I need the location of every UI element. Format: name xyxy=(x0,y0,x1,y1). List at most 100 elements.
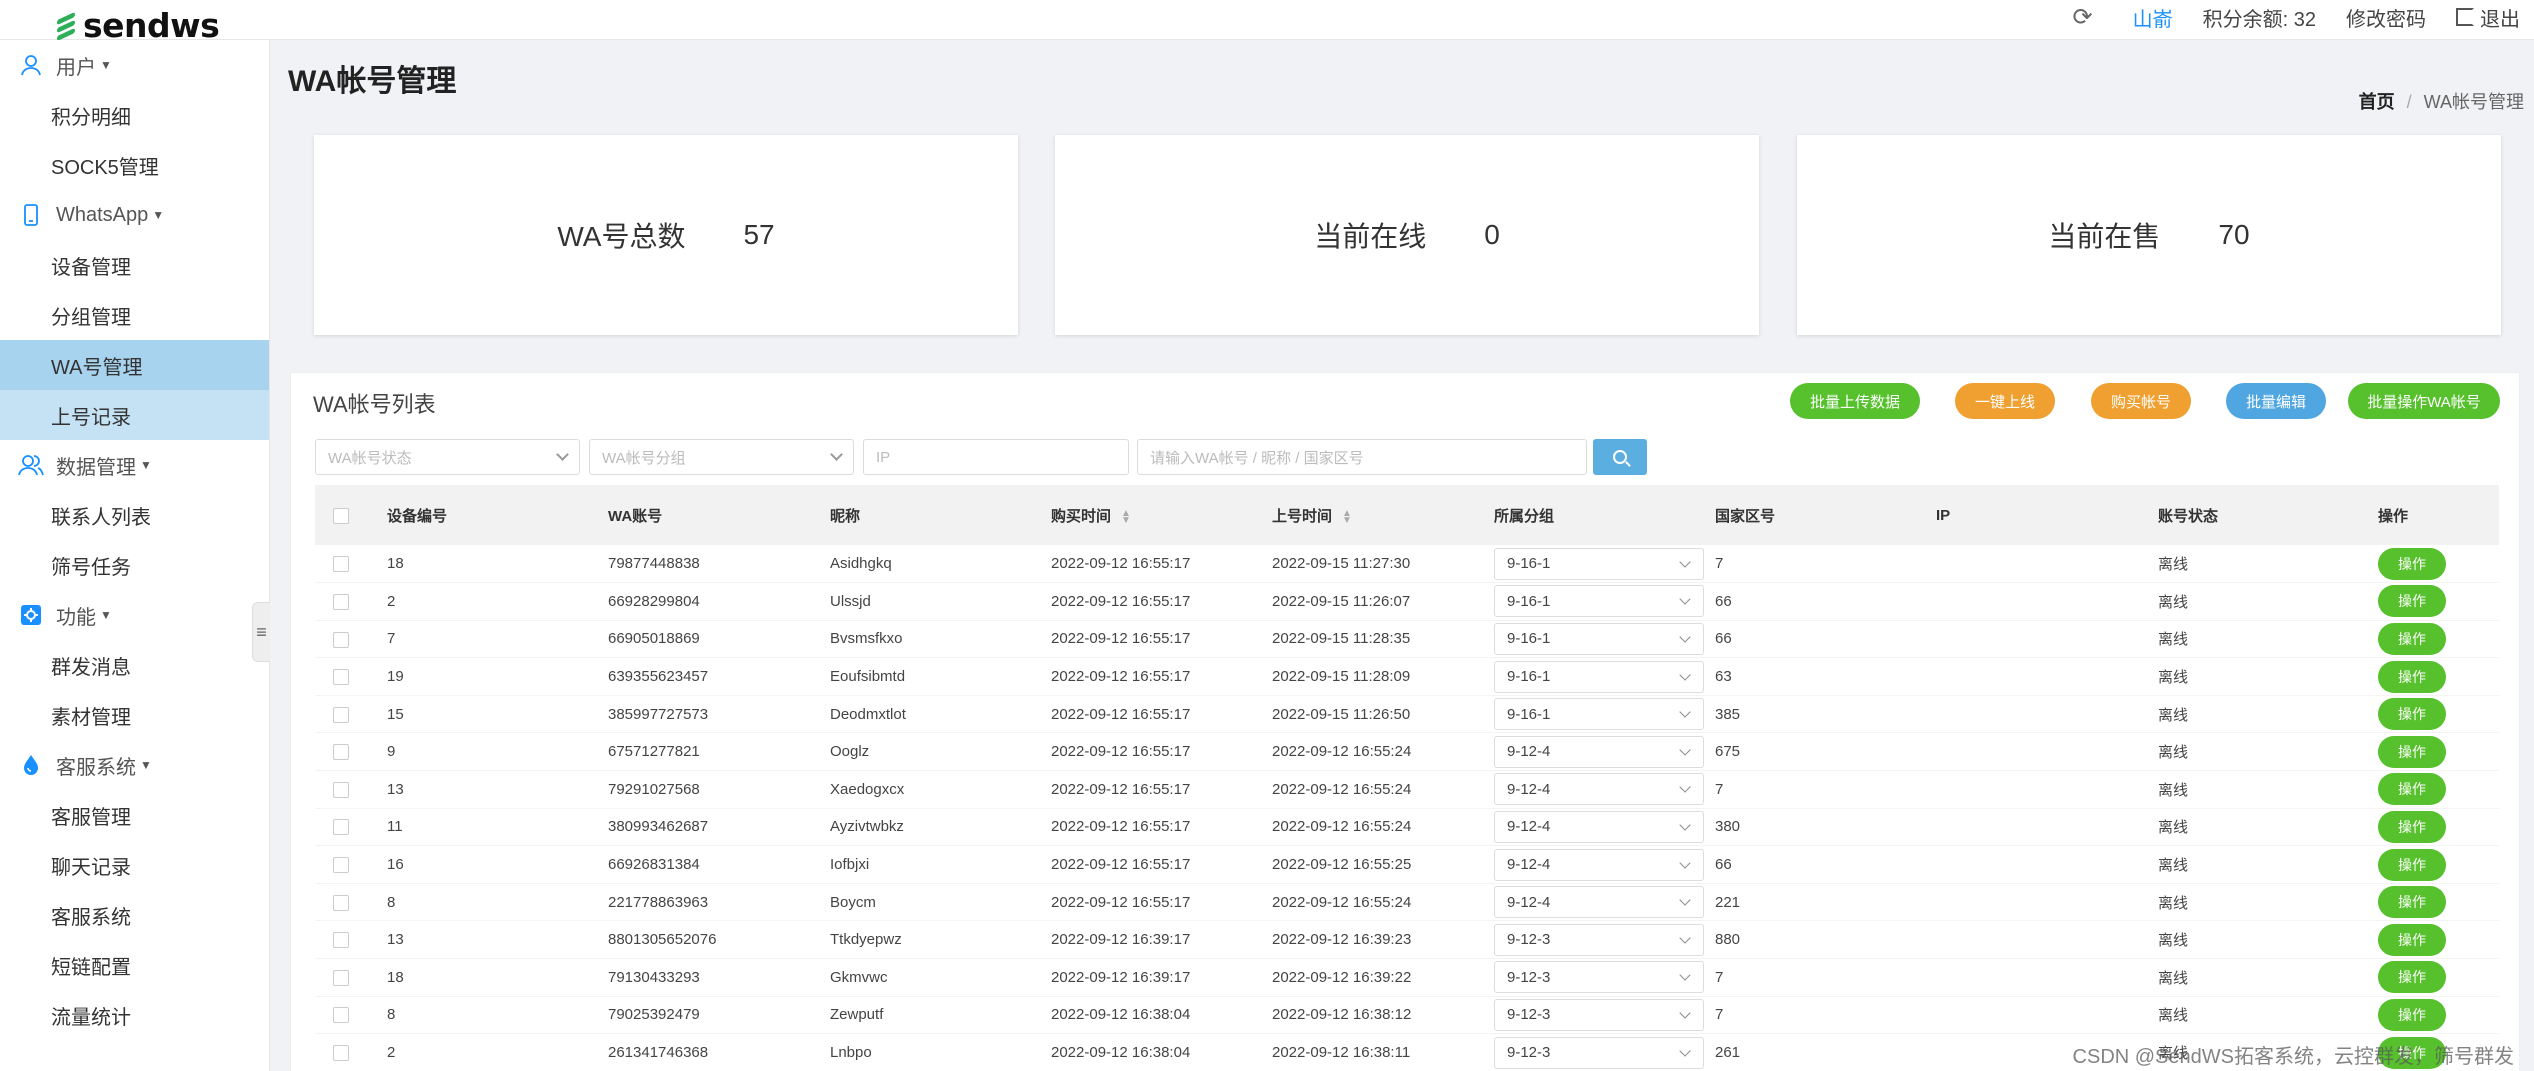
cell-purchase-time: 2022-09-12 16:55:17 xyxy=(1051,818,1191,836)
operate-button[interactable]: 操作 xyxy=(2378,923,2446,956)
cell-country-code: 221 xyxy=(1715,893,1741,911)
row-checkbox[interactable] xyxy=(333,894,349,911)
group-select[interactable]: 9-16-1 xyxy=(1494,585,1704,618)
bulk-upload-button[interactable]: 批量上传数据 xyxy=(1790,383,1920,419)
operate-button[interactable]: 操作 xyxy=(2378,585,2446,618)
group-select[interactable]: 9-12-4 xyxy=(1494,735,1704,768)
row-checkbox[interactable] xyxy=(333,669,349,686)
group-filter-select[interactable]: WA帐号分组 xyxy=(589,439,854,475)
cell-country-code: 7 xyxy=(1715,780,1724,798)
group-select[interactable]: 9-12-3 xyxy=(1494,998,1704,1031)
group-select[interactable]: 9-12-4 xyxy=(1494,773,1704,806)
logout-icon xyxy=(2456,8,2474,26)
operate-button[interactable]: 操作 xyxy=(2378,547,2446,580)
sidebar-group-data[interactable]: 数据管理 ▼ xyxy=(0,440,269,490)
operate-button[interactable]: 操作 xyxy=(2378,698,2446,731)
row-checkbox[interactable] xyxy=(333,857,349,874)
buy-account-button[interactable]: 购买帐号 xyxy=(2091,383,2191,419)
operate-button[interactable]: 操作 xyxy=(2378,660,2446,693)
col-login-time[interactable]: 上号时间 ▲ ▼ xyxy=(1272,485,1494,545)
sidebar-group-user[interactable]: 用户 ▼ xyxy=(0,40,269,90)
row-checkbox[interactable] xyxy=(333,706,349,723)
sidebar-item-chat-records[interactable]: 聊天记录 xyxy=(0,840,269,890)
group-select[interactable]: 9-16-1 xyxy=(1494,547,1704,580)
ip-filter-input[interactable]: IP xyxy=(863,439,1129,475)
row-checkbox[interactable] xyxy=(333,932,349,949)
group-select[interactable]: 9-12-4 xyxy=(1494,848,1704,881)
row-checkbox[interactable] xyxy=(333,1045,349,1062)
sidebar-item-broadcast[interactable]: 群发消息 xyxy=(0,640,269,690)
row-checkbox[interactable] xyxy=(333,969,349,986)
group-select-value: 9-16-1 xyxy=(1507,705,1551,723)
sidebar-item-filter-tasks[interactable]: 筛号任务 xyxy=(0,540,269,590)
group-select[interactable]: 9-16-1 xyxy=(1494,660,1704,693)
sidebar-item-login-records[interactable]: 上号记录 xyxy=(0,390,269,440)
sidebar-item-groups[interactable]: 分组管理 xyxy=(0,290,269,340)
search-button[interactable] xyxy=(1593,439,1647,475)
breadcrumb-home[interactable]: 首页 xyxy=(2359,92,2395,112)
row-checkbox[interactable] xyxy=(333,781,349,798)
group-select[interactable]: 9-16-1 xyxy=(1494,622,1704,655)
search-input[interactable]: 请输入WA帐号 / 昵称 / 国家区号 xyxy=(1137,439,1587,475)
row-checkbox[interactable] xyxy=(333,819,349,836)
group-select[interactable]: 9-12-3 xyxy=(1494,961,1704,994)
sidebar-item-contacts[interactable]: 联系人列表 xyxy=(0,490,269,540)
status-filter-select[interactable]: WA帐号状态 xyxy=(315,439,580,475)
wa-account-table: 设备编号 WA账号 昵称 购买时间 ▲ ▼ 上号时间 ▲ ▼ 所属分组 国家区号 IP … xyxy=(315,485,2499,1071)
operate-button[interactable]: 操作 xyxy=(2378,848,2446,881)
row-checkbox[interactable] xyxy=(333,1007,349,1024)
group-select[interactable]: 9-12-3 xyxy=(1494,923,1704,956)
row-checkbox[interactable] xyxy=(333,593,349,610)
sidebar-group-label: WhatsApp xyxy=(56,203,149,226)
caret-down-icon: ▼ xyxy=(100,58,112,72)
bulk-edit-button[interactable]: 批量编辑 xyxy=(2226,383,2326,419)
sidebar-item-wa-accounts[interactable]: WA号管理 xyxy=(0,340,269,390)
operate-button[interactable]: 操作 xyxy=(2378,735,2446,768)
group-select[interactable]: 9-16-1 xyxy=(1494,698,1704,731)
row-checkbox[interactable] xyxy=(333,556,349,573)
sidebar-item-devices[interactable]: 设备管理 xyxy=(0,240,269,290)
sidebar-item-traffic-stats[interactable]: 流量统计 xyxy=(0,990,269,1040)
cell-wa-account: 79291027568 xyxy=(608,780,700,798)
group-select[interactable]: 9-12-3 xyxy=(1494,1036,1704,1069)
sort-icon[interactable]: ▲ ▼ xyxy=(1121,508,1131,525)
sidebar-item-support-system[interactable]: 客服系统 xyxy=(0,890,269,940)
cell-ip xyxy=(1936,620,2158,658)
username-link[interactable]: 山嵛 xyxy=(2133,3,2173,32)
chevron-down-icon xyxy=(1679,1007,1691,1019)
sidebar-item-materials[interactable]: 素材管理 xyxy=(0,690,269,740)
col-purchase-time[interactable]: 购买时间 ▲ ▼ xyxy=(1051,485,1272,545)
col-wa-account: WA账号 xyxy=(608,507,663,525)
sidebar-group-label: 用户 xyxy=(56,56,96,79)
operate-button[interactable]: 操作 xyxy=(2378,810,2446,843)
operate-button[interactable]: 操作 xyxy=(2378,998,2446,1031)
select-all-checkbox[interactable] xyxy=(333,507,349,524)
sidebar-collapse-handle[interactable]: ≡ xyxy=(252,602,270,662)
sidebar-group-support[interactable]: 客服系统 ▼ xyxy=(0,740,269,790)
refresh-icon[interactable]: ⟳ xyxy=(2073,3,2093,32)
row-checkbox[interactable] xyxy=(333,631,349,648)
cell-device-no: 19 xyxy=(387,668,404,686)
logout-button[interactable]: 退出 xyxy=(2456,3,2520,32)
sidebar-group-whatsapp[interactable]: WhatsApp ▼ xyxy=(0,190,269,240)
sidebar-item-short-links[interactable]: 短链配置 xyxy=(0,940,269,990)
operate-button[interactable]: 操作 xyxy=(2378,773,2446,806)
sidebar-group-features[interactable]: 功能 ▼ xyxy=(0,590,269,640)
cell-group: 9-16-1 xyxy=(1494,583,1715,621)
cell-device-no: 15 xyxy=(387,705,404,723)
change-password-link[interactable]: 修改密码 xyxy=(2346,3,2426,32)
group-select[interactable]: 9-12-4 xyxy=(1494,810,1704,843)
cell-purchase-time: 2022-09-12 16:55:17 xyxy=(1051,705,1191,723)
sidebar-item-agents[interactable]: 客服管理 xyxy=(0,790,269,840)
sidebar-item-points[interactable]: 积分明细 xyxy=(0,90,269,140)
sidebar-item-sock5[interactable]: SOCK5管理 xyxy=(0,140,269,190)
sort-icon[interactable]: ▲ ▼ xyxy=(1342,508,1352,525)
group-select[interactable]: 9-12-4 xyxy=(1494,886,1704,919)
bulk-operate-button[interactable]: 批量操作WA帐号 xyxy=(2348,383,2500,419)
operate-button[interactable]: 操作 xyxy=(2378,961,2446,994)
row-checkbox[interactable] xyxy=(333,744,349,761)
one-click-online-button[interactable]: 一键上线 xyxy=(1955,383,2055,419)
operate-button[interactable]: 操作 xyxy=(2378,622,2446,655)
operate-button[interactable]: 操作 xyxy=(2378,886,2446,919)
chevron-down-icon xyxy=(1679,932,1691,944)
